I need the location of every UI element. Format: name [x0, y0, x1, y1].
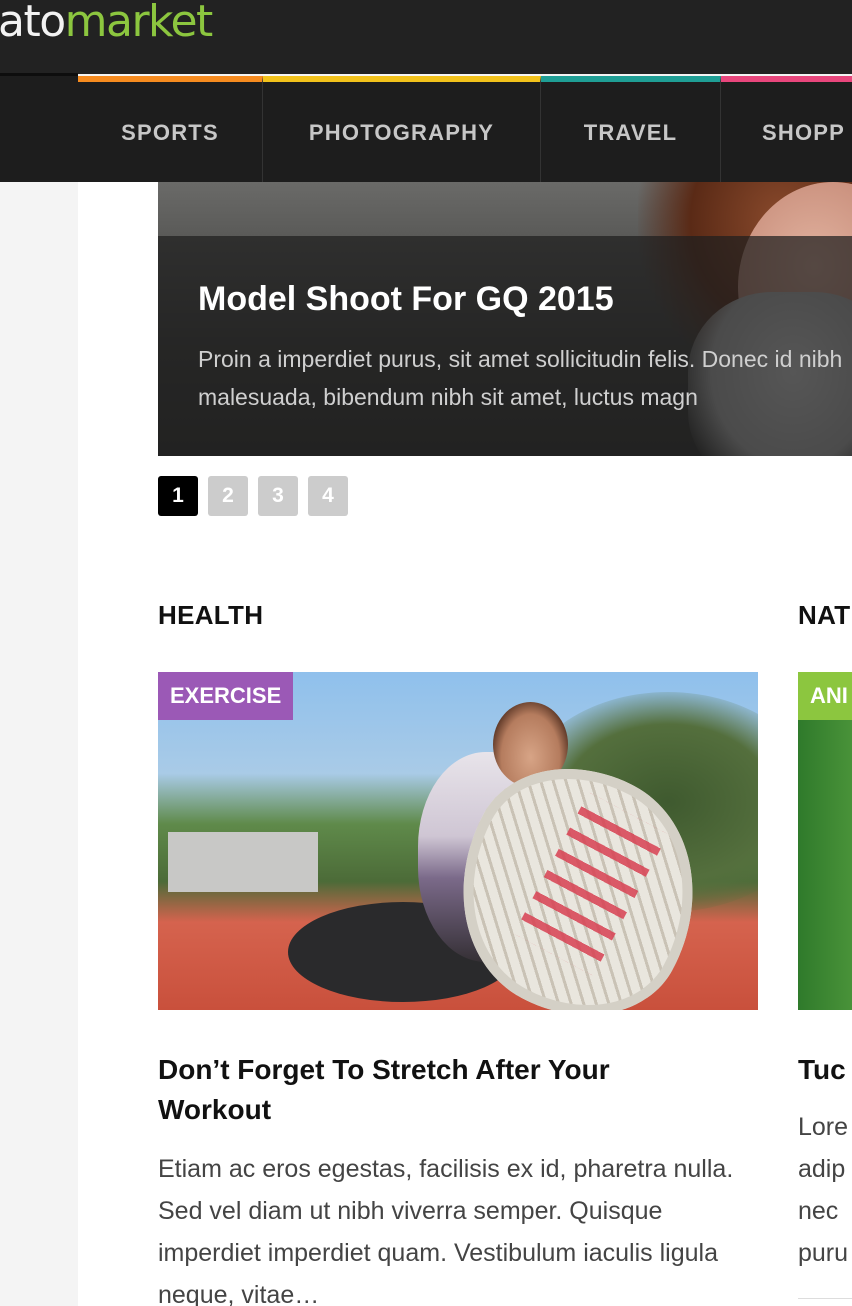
category-badge-animals[interactable]: ANI — [798, 672, 852, 720]
nav-item-travel[interactable]: TRAVEL — [541, 76, 721, 182]
logo-part-2: market — [64, 0, 214, 47]
post-excerpt: Lore adip nec puru — [798, 1113, 849, 1267]
slide-excerpt: Proin a imperdiet purus, sit amet sollic… — [198, 346, 843, 410]
section-title-health[interactable]: HEALTH — [158, 600, 263, 631]
page-button-1[interactable]: 1 — [158, 476, 198, 516]
nav-item-sports[interactable]: SPORTS — [78, 76, 263, 182]
page-button-4[interactable]: 4 — [308, 476, 348, 516]
site-logo[interactable]: atomarket — [0, 0, 214, 50]
slider-pagination: 1 2 3 4 — [158, 476, 348, 516]
category-badge-exercise[interactable]: EXERCISE — [158, 672, 294, 720]
post-title[interactable]: Tuc — [798, 1050, 852, 1090]
featured-slide[interactable]: Model Shoot For GQ 2015 Proin a imperdie… — [158, 182, 852, 456]
nav-item-photography[interactable]: PHOTOGRAPHY — [263, 76, 541, 182]
slide-caption: Model Shoot For GQ 2015 Proin a imperdie… — [158, 236, 852, 456]
divider — [798, 1298, 852, 1299]
nav-item-shopping[interactable]: SHOPP — [721, 76, 852, 182]
slide-title[interactable]: Model Shoot For GQ 2015 — [198, 280, 614, 319]
main-content: Model Shoot For GQ 2015 Proin a imperdie… — [78, 182, 852, 1306]
category-nav: SPORTS PHOTOGRAPHY TRAVEL SHOPP — [0, 76, 852, 182]
post-title[interactable]: Don’t Forget To Stretch After Your Worko… — [158, 1050, 718, 1130]
section-title-nature[interactable]: NAT — [798, 600, 850, 631]
logo-part-1: ato — [0, 0, 66, 47]
post-image-exercise[interactable]: EXERCISE — [158, 672, 758, 1010]
post-image-animals[interactable]: ANI — [798, 672, 852, 1010]
post-excerpt: Etiam ac eros egestas, facilisis ex id, … — [158, 1155, 734, 1306]
top-header: atomarket — [0, 0, 852, 74]
page-button-3[interactable]: 3 — [258, 476, 298, 516]
page-button-2[interactable]: 2 — [208, 476, 248, 516]
